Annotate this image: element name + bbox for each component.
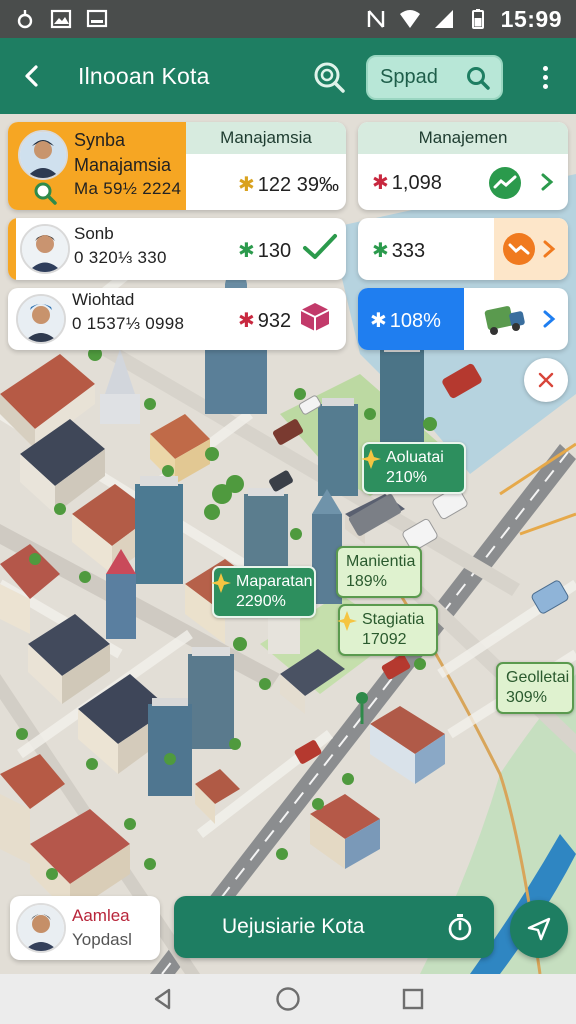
people-column-header: Manajamsia <box>186 122 346 154</box>
person-card[interactable]: Wiohtad 0 1537⅓ 0998 ✱ 932 <box>8 288 346 350</box>
navigate-button[interactable] <box>510 900 568 958</box>
map-label-district[interactable]: Geolletai 309% <box>496 662 574 714</box>
user-profile-card[interactable]: Aamlea Yopdasl <box>10 896 160 960</box>
screen-icon <box>86 9 108 28</box>
person-stat: 130 <box>257 240 292 262</box>
star-icon <box>361 449 381 469</box>
clock: 15:99 <box>500 5 562 32</box>
map-label-value: 189% <box>346 573 387 590</box>
map-label-value: 2290% <box>236 593 286 610</box>
city-action-button[interactable]: Uejusiarie Kota <box>174 896 494 958</box>
package-icon <box>300 303 330 331</box>
timer-icon <box>17 10 33 29</box>
map-label-title: Maparatan <box>236 573 313 590</box>
nav-back-icon <box>154 988 170 1010</box>
stat-icon: ✱ <box>370 310 387 332</box>
map-label-title: Geolletai <box>506 669 570 686</box>
person-name: Wiohtad <box>72 290 135 309</box>
nav-back-button[interactable] <box>147 983 179 1015</box>
nav-recents-button[interactable] <box>397 983 429 1015</box>
back-arrow-icon <box>25 65 38 87</box>
person-id: 0 320⅓ 330 <box>74 248 167 267</box>
check-icon <box>303 234 337 259</box>
map-label-title: Manientia <box>346 553 416 570</box>
stat-icon: ✱ <box>372 172 389 194</box>
search-icon[interactable] <box>312 60 346 94</box>
management-card[interactable]: ✱ 333 <box>358 218 568 280</box>
person-id: 0 1537⅓ 0998 <box>72 314 185 333</box>
more-options-button[interactable] <box>532 60 558 94</box>
close-icon <box>538 372 554 388</box>
cta-label: Uejusiarie Kota <box>222 915 365 938</box>
app-bar: Ilnooan Kota <box>0 38 576 114</box>
nav-home-button[interactable] <box>272 983 304 1015</box>
zoom-icon[interactable] <box>32 180 58 206</box>
management-card[interactable]: ✱ 108% <box>358 288 568 350</box>
management-value: 108% <box>389 310 441 332</box>
nav-recents-icon <box>403 988 424 1010</box>
nav-home-icon <box>276 987 300 1011</box>
map-label-value: 309% <box>506 689 547 706</box>
avatar <box>16 294 66 344</box>
management-card[interactable]: Manajemen ✱ 1,098 <box>358 122 568 210</box>
stat-icon: ✱ <box>238 174 255 196</box>
person-card-accent <box>8 218 16 280</box>
person-role: Manajamsia <box>74 155 172 175</box>
search-input[interactable] <box>380 66 458 89</box>
person-card[interactable]: Sonb 0 320⅓ 330 ✱ 130 <box>8 218 346 280</box>
management-value: 1,098 <box>391 172 442 194</box>
management-header: Manajemen <box>358 122 568 154</box>
trend-down-icon <box>503 233 535 265</box>
page-title: Ilnooan Kota <box>78 62 210 89</box>
profile-name: Aamlea <box>72 906 130 925</box>
stat-icon: ✱ <box>238 310 255 332</box>
chevron-right-icon[interactable] <box>542 239 556 259</box>
person-stat: 932 <box>257 310 292 332</box>
close-button[interactable] <box>524 358 568 402</box>
send-icon <box>527 917 551 941</box>
map-label-title: Stagiatia <box>362 611 425 628</box>
person-name: Synba <box>74 130 126 150</box>
person-stat: 122 39‰ <box>257 174 339 196</box>
map-label-district[interactable]: Maparatan 2290% <box>211 566 316 618</box>
star-icon <box>337 611 357 631</box>
map-label-value: 17092 <box>362 631 407 648</box>
battery-icon <box>471 9 484 29</box>
search-field[interactable] <box>366 55 503 100</box>
nfc-icon <box>367 10 384 28</box>
map-label-district[interactable]: Stagiatia 17092 <box>337 604 438 656</box>
person-id: Ma 59½ 2224 <box>74 179 182 198</box>
chevron-right-icon[interactable] <box>542 309 556 329</box>
stat-icon: ✱ <box>372 240 389 262</box>
chevron-right-icon[interactable] <box>540 172 554 192</box>
search-submit-icon[interactable] <box>465 65 491 91</box>
back-button[interactable] <box>14 58 50 94</box>
system-nav-bar <box>0 974 576 1024</box>
management-value: 333 <box>391 240 426 262</box>
profile-subtitle: Yopdasl <box>72 930 132 949</box>
person-name: Sonb <box>74 224 114 243</box>
trend-up-icon <box>489 167 521 199</box>
avatar <box>18 130 68 180</box>
timer-icon <box>448 914 472 941</box>
wifi-icon <box>399 10 420 28</box>
star-icon <box>211 573 231 593</box>
stat-icon: ✱ <box>238 240 255 262</box>
avatar <box>20 224 70 274</box>
avatar <box>16 903 66 953</box>
map-label-title: Aoluatai <box>386 449 444 466</box>
truck-icon <box>484 306 525 335</box>
map-label-district[interactable]: Aoluatai 210% <box>361 442 466 494</box>
person-card[interactable]: Manajamsia Synba Manajamsia Ma 59½ 2224 … <box>8 122 346 210</box>
gallery-icon <box>50 9 72 29</box>
map-label-district[interactable]: Manientia 189% <box>336 546 422 598</box>
map-label-value: 210% <box>386 469 427 486</box>
status-bar: 15:99 <box>0 0 576 38</box>
signal-icon <box>434 10 453 28</box>
